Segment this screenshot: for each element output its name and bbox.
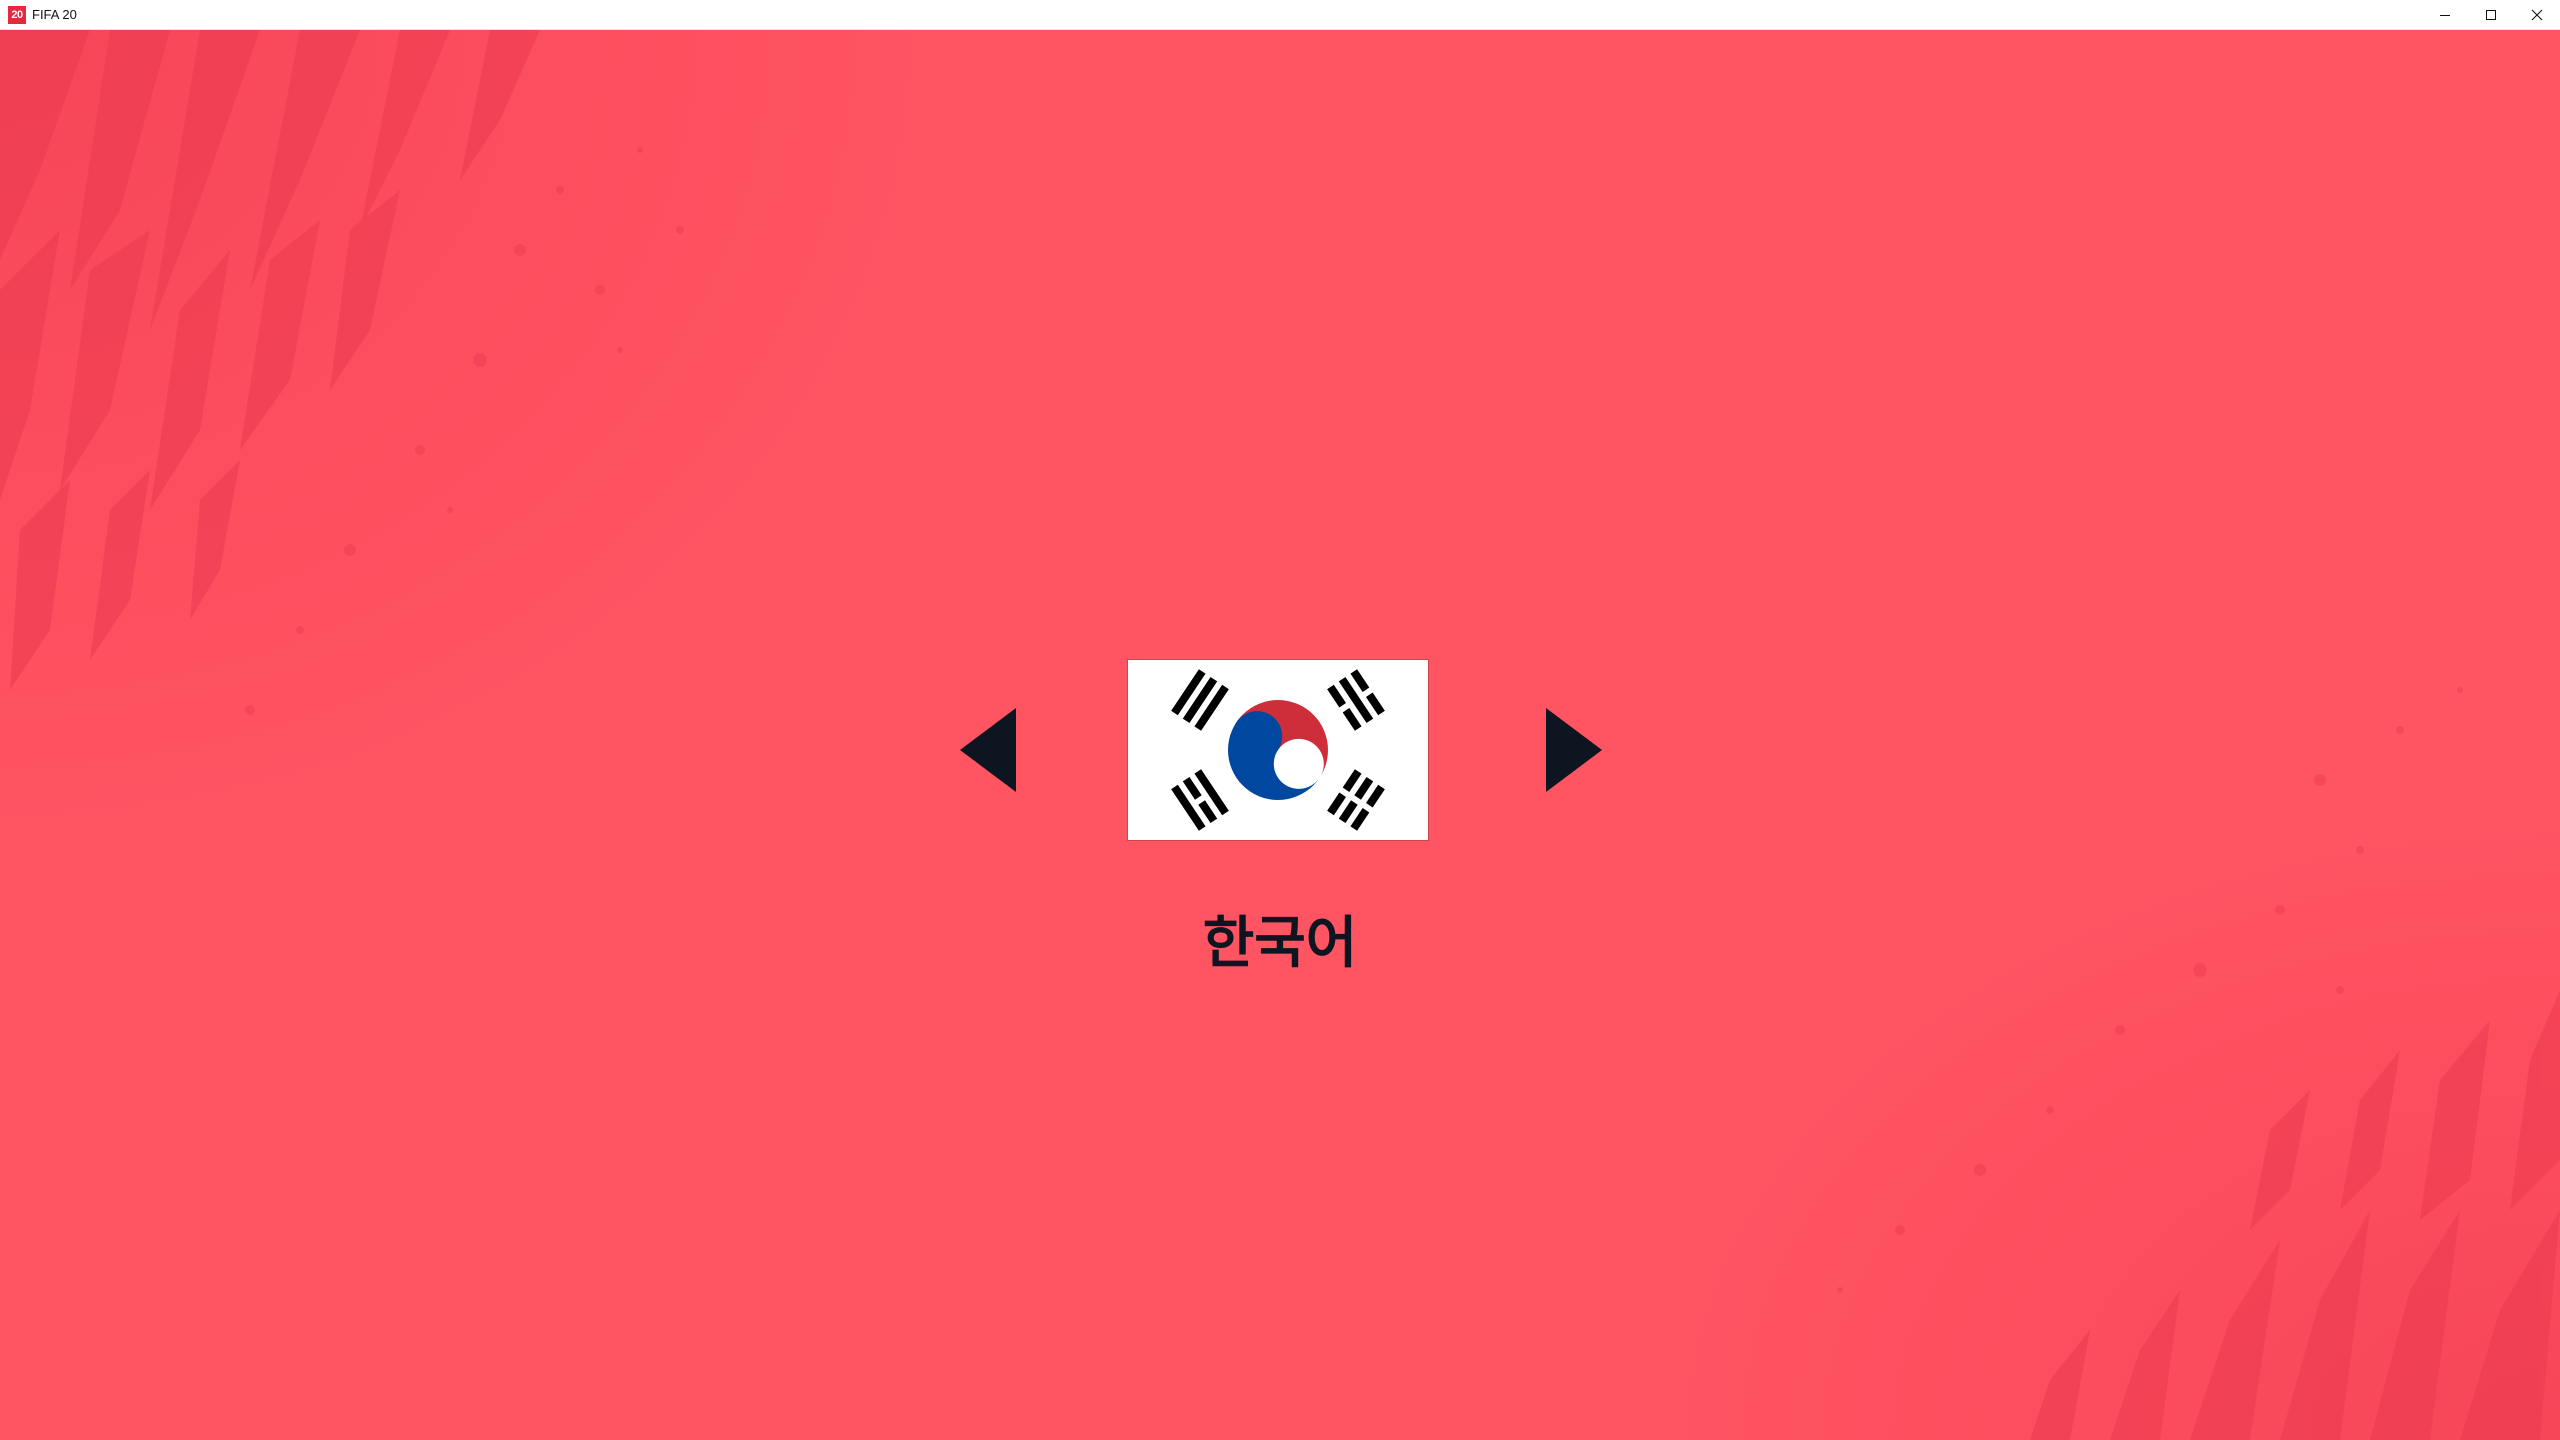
previous-language-button[interactable]	[958, 706, 1018, 794]
selected-language-label: 한국어	[1202, 911, 1358, 976]
game-window: 20 FIFA 20 한국어	[0, 0, 2560, 1440]
app-icon: 20	[8, 5, 26, 24]
triangle-left-icon	[960, 708, 1016, 792]
next-language-button[interactable]	[1544, 706, 1604, 794]
window-controls	[2422, 0, 2560, 30]
minimize-icon	[2440, 15, 2450, 16]
language-select-screen: 한국어	[0, 30, 2560, 1440]
minimize-button[interactable]	[2422, 0, 2468, 30]
south-korea-flag[interactable]	[1128, 660, 1428, 840]
maximize-button[interactable]	[2468, 0, 2514, 30]
close-icon	[2531, 9, 2543, 21]
triangle-right-icon	[1546, 708, 1602, 792]
window-title: FIFA 20	[32, 7, 77, 22]
maximize-icon	[2486, 10, 2496, 20]
title-bar[interactable]: 20 FIFA 20	[0, 0, 2560, 30]
close-button[interactable]	[2514, 0, 2560, 30]
